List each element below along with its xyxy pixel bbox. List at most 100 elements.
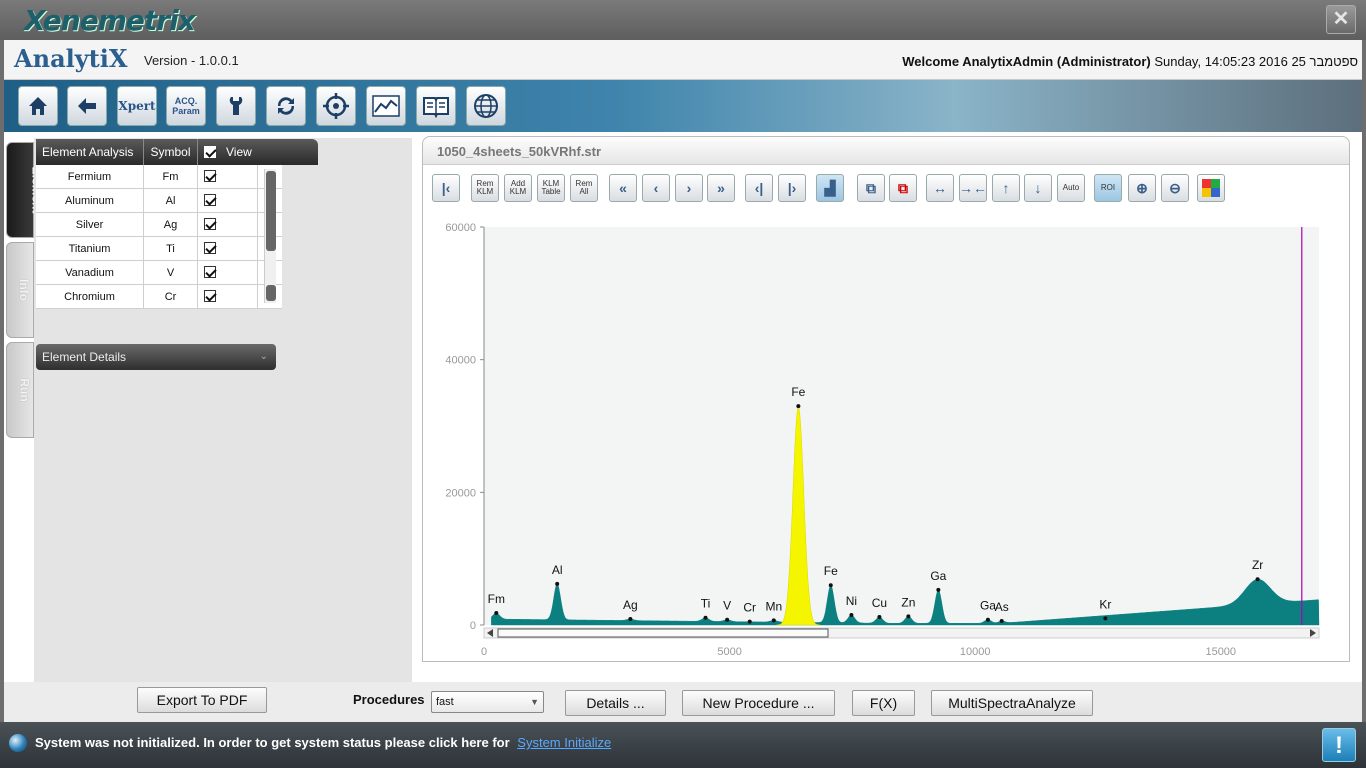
procedure-select[interactable]: fast ▼ — [431, 691, 544, 713]
prev-peak-button[interactable]: ‹| — [745, 174, 773, 202]
chart-button[interactable] — [366, 86, 406, 126]
view-checkbox[interactable] — [204, 266, 216, 278]
fx-button[interactable]: F(X) — [852, 690, 915, 716]
table-row[interactable]: Vanadium V — [36, 261, 282, 285]
peak-dot — [725, 617, 730, 622]
view-checkbox[interactable] — [204, 290, 216, 302]
manual-button[interactable] — [416, 86, 456, 126]
acq-param-button[interactable]: ACQ. Param — [166, 86, 206, 126]
alert-button[interactable]: ! — [1322, 728, 1356, 762]
scale-down-button[interactable]: ↓ — [1024, 174, 1052, 202]
tools-button[interactable] — [216, 86, 256, 126]
klm-table-button[interactable]: KLM Table — [537, 174, 565, 202]
rem-all-label: Rem All — [575, 179, 593, 196]
col-symbol[interactable]: Symbol — [144, 139, 198, 165]
overlay-button[interactable]: ⧉ — [857, 174, 885, 202]
col-view[interactable]: View — [198, 139, 282, 165]
view-checkbox[interactable] — [204, 218, 216, 230]
tab-info[interactable]: Info — [6, 242, 34, 338]
grid-header-cap — [282, 139, 318, 165]
table-row[interactable]: Aluminum Al — [36, 189, 282, 213]
back-button[interactable] — [67, 86, 107, 126]
first-icon: |‹ — [441, 180, 451, 196]
details-button[interactable]: Details ... — [565, 690, 666, 716]
remove-overlay-button[interactable]: ⧉ — [889, 174, 917, 202]
peak-label: Fe — [791, 385, 805, 399]
table-row[interactable]: Titanium Ti — [36, 237, 282, 261]
scrollbar-down[interactable] — [266, 285, 276, 301]
peak-label: Kr — [1099, 597, 1111, 611]
element-symbol: Ag — [144, 213, 198, 236]
table-row[interactable]: Silver Ag — [36, 213, 282, 237]
spectrum-chart[interactable]: 0 20000 40000 60000 0 5000 10000 15000 Fm Al Ag Ti… — [422, 212, 1348, 660]
spectrum-view-button[interactable]: ▟ — [816, 174, 844, 202]
element-name: Silver — [36, 213, 144, 236]
fast-back-button[interactable]: « — [609, 174, 637, 202]
expand-x-button[interactable]: ↔ — [926, 174, 954, 202]
scrollbar-thumb[interactable] — [266, 171, 276, 251]
chart-hscroll[interactable] — [483, 627, 1320, 639]
new-procedure-button[interactable]: New Procedure ... — [682, 690, 835, 716]
xpert-button[interactable]: Xpert — [117, 86, 157, 126]
overlay-icon: ⧉ — [866, 179, 876, 196]
tab-element[interactable]: Element — [6, 142, 43, 238]
refresh-button[interactable] — [266, 86, 306, 126]
tab-run[interactable]: Run — [6, 342, 34, 438]
multi-spectra-button[interactable]: MultiSpectraAnalyze — [931, 690, 1093, 716]
next-peak-icon: |› — [787, 180, 797, 196]
peak-dot — [555, 581, 560, 586]
table-row[interactable]: Chromium Cr — [36, 285, 282, 309]
back-step-button[interactable]: ‹ — [642, 174, 670, 202]
peak-dot — [849, 613, 854, 618]
dropdown-arrow-icon: ▼ — [530, 697, 539, 707]
scale-up-button[interactable]: ↑ — [992, 174, 1020, 202]
target-button[interactable] — [316, 86, 356, 126]
peak-dot — [796, 404, 801, 409]
peak-dot — [703, 615, 708, 620]
status-bar: System was not initialized. In order to … — [0, 722, 1366, 768]
export-pdf-button[interactable]: Export To PDF — [137, 687, 267, 713]
element-grid: Element Analysis Symbol View Fermium Fm Al… — [36, 139, 318, 309]
peak-dot — [1103, 616, 1108, 621]
forward-step-button[interactable]: › — [675, 174, 703, 202]
view-checkbox[interactable] — [204, 170, 216, 182]
zoom-in-button[interactable]: ⊕ — [1128, 174, 1156, 202]
web-button[interactable] — [466, 86, 506, 126]
view-all-checkbox[interactable] — [204, 146, 216, 158]
target-icon — [323, 93, 349, 119]
param-label: Param — [172, 106, 200, 116]
datetime: Sunday, 14:05:23 2016 ספטמבר 25 — [1154, 54, 1358, 69]
shrink-x-button[interactable]: →← — [959, 174, 987, 202]
close-button[interactable]: ✕ — [1326, 5, 1356, 34]
grid-scrollbar[interactable] — [264, 169, 276, 303]
peak-label: Cr — [743, 601, 756, 615]
element-details-header[interactable]: Element Details ⌄ — [36, 344, 276, 370]
fast-forward-button[interactable]: » — [707, 174, 735, 202]
refresh-icon — [277, 97, 295, 115]
procedure-value: fast — [436, 696, 454, 708]
peak-dot — [494, 611, 499, 616]
main-toolbar: Xpert ACQ. Param — [4, 80, 1362, 132]
view-checkbox[interactable] — [204, 242, 216, 254]
spectrum-file-tab[interactable]: 1050_4sheets_50kVRhf.str — [423, 137, 1349, 165]
rem-klm-button[interactable]: Rem KLM — [471, 174, 499, 202]
view-checkbox[interactable] — [204, 194, 216, 206]
auto-scale-button[interactable]: Auto — [1057, 174, 1085, 202]
peak-label: Al — [552, 563, 563, 577]
col-element-analysis[interactable]: Element Analysis — [36, 139, 144, 165]
home-button[interactable] — [18, 86, 58, 126]
next-peak-button[interactable]: |› — [778, 174, 806, 202]
add-klm-button[interactable]: Add KLM — [504, 174, 532, 202]
color-palette-button[interactable] — [1197, 174, 1225, 202]
rem-all-button[interactable]: Rem All — [570, 174, 598, 202]
expand-icon: ↔ — [933, 180, 947, 196]
zoom-out-button[interactable]: ⊖ — [1161, 174, 1189, 202]
y-tick-label: 20000 — [445, 487, 476, 499]
system-initialize-link[interactable]: System Initialize — [517, 735, 611, 750]
element-details-label: Element Details — [42, 350, 127, 364]
table-row[interactable]: Fermium Fm — [36, 165, 282, 189]
down-arrow-icon: ↓ — [1034, 180, 1042, 196]
roi-button[interactable]: ROI — [1094, 174, 1122, 202]
peak-dot — [936, 587, 941, 592]
first-spectrum-button[interactable]: |‹ — [432, 174, 460, 202]
